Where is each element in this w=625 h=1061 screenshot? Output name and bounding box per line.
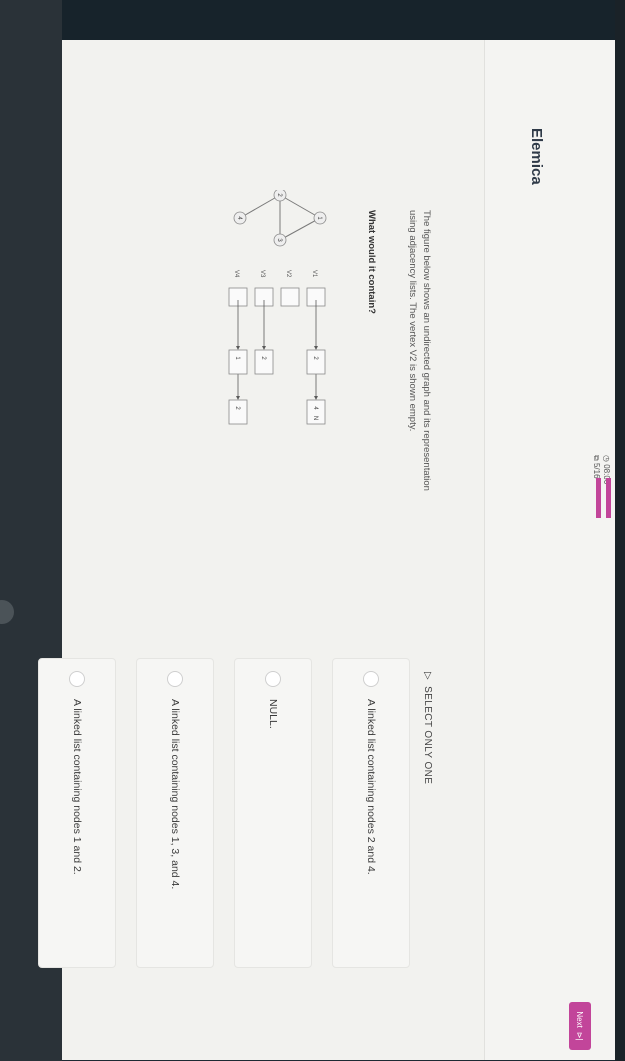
app-logo: Elemica xyxy=(528,128,545,185)
vertex-label-v4: V4 xyxy=(233,270,239,278)
list-node-value: N xyxy=(312,416,318,420)
pointer-icon: ▷ xyxy=(422,672,433,681)
vertex-label-v2: V2 xyxy=(285,270,291,278)
option-label: A linked list containing nodes 1, 3, and… xyxy=(169,699,181,890)
list-node xyxy=(228,399,248,425)
header: Elemica ◷ 08:06 ⧉ 5/16 Next ⊳| xyxy=(484,40,615,1060)
vertex-label-v1: V1 xyxy=(311,270,317,278)
graph-figure: 1 2 3 4 V1 V2 V3 V4 2 4 N 2 1 2 xyxy=(228,190,327,425)
radio-button[interactable] xyxy=(265,671,281,687)
monitor-bezel-top xyxy=(0,0,625,40)
radio-button[interactable] xyxy=(167,671,183,687)
list-arrowhead xyxy=(314,346,318,350)
next-label: Next xyxy=(575,1011,585,1028)
vertex-label-v3: V3 xyxy=(259,270,265,278)
list-node xyxy=(228,349,248,375)
app-screen: Elemica ◷ 08:06 ⧉ 5/16 Next ⊳| The figure… xyxy=(38,40,615,1060)
vertex-cell-v2 xyxy=(280,287,300,307)
webcam-dot xyxy=(0,600,14,624)
question-text: The figure below shows an undirected gra… xyxy=(407,210,432,491)
answer-option[interactable]: NULL. xyxy=(234,658,312,968)
progress-label: ⧉ 5/16 xyxy=(591,455,601,479)
list-arrowhead xyxy=(262,346,266,350)
clock-icon: ◷ xyxy=(602,455,611,462)
answer-options: A linked list containing nodes 2 and 4. … xyxy=(18,658,410,968)
option-label: NULL. xyxy=(267,699,279,729)
option-label: A linked list containing nodes 1 and 2. xyxy=(71,699,83,875)
progress-icon: ⧉ xyxy=(592,455,601,461)
list-node xyxy=(254,349,274,375)
next-icon: ⊳| xyxy=(575,1031,585,1041)
list-arrowhead xyxy=(236,346,240,350)
graph-edge xyxy=(279,194,321,219)
answer-option[interactable]: A linked list containing nodes 1, 3, and… xyxy=(136,658,214,968)
graph-edge xyxy=(239,194,281,219)
list-node xyxy=(306,349,326,375)
next-button[interactable]: Next ⊳| xyxy=(569,1002,591,1050)
graph-edge xyxy=(279,217,321,241)
monitor-bezel-right xyxy=(615,0,625,1061)
question-prompt: What would it contain? xyxy=(366,210,377,314)
select-label-text: SELECT ONLY ONE xyxy=(422,686,433,785)
list-node xyxy=(306,399,326,425)
list-arrowhead xyxy=(314,396,318,400)
progress-value: 5/16 xyxy=(592,462,601,479)
radio-button[interactable] xyxy=(69,671,85,687)
answer-option[interactable]: A linked list containing nodes 2 and 4. xyxy=(332,658,410,968)
radio-button[interactable] xyxy=(363,671,379,687)
select-instruction: ▷ SELECT ONLY ONE xyxy=(422,672,433,784)
progress-bar xyxy=(596,478,601,518)
list-arrowhead xyxy=(236,396,240,400)
answer-option[interactable]: A linked list containing nodes 1 and 2. xyxy=(38,658,116,968)
option-label: A linked list containing nodes 2 and 4. xyxy=(365,699,377,875)
timer-bar xyxy=(606,478,611,518)
